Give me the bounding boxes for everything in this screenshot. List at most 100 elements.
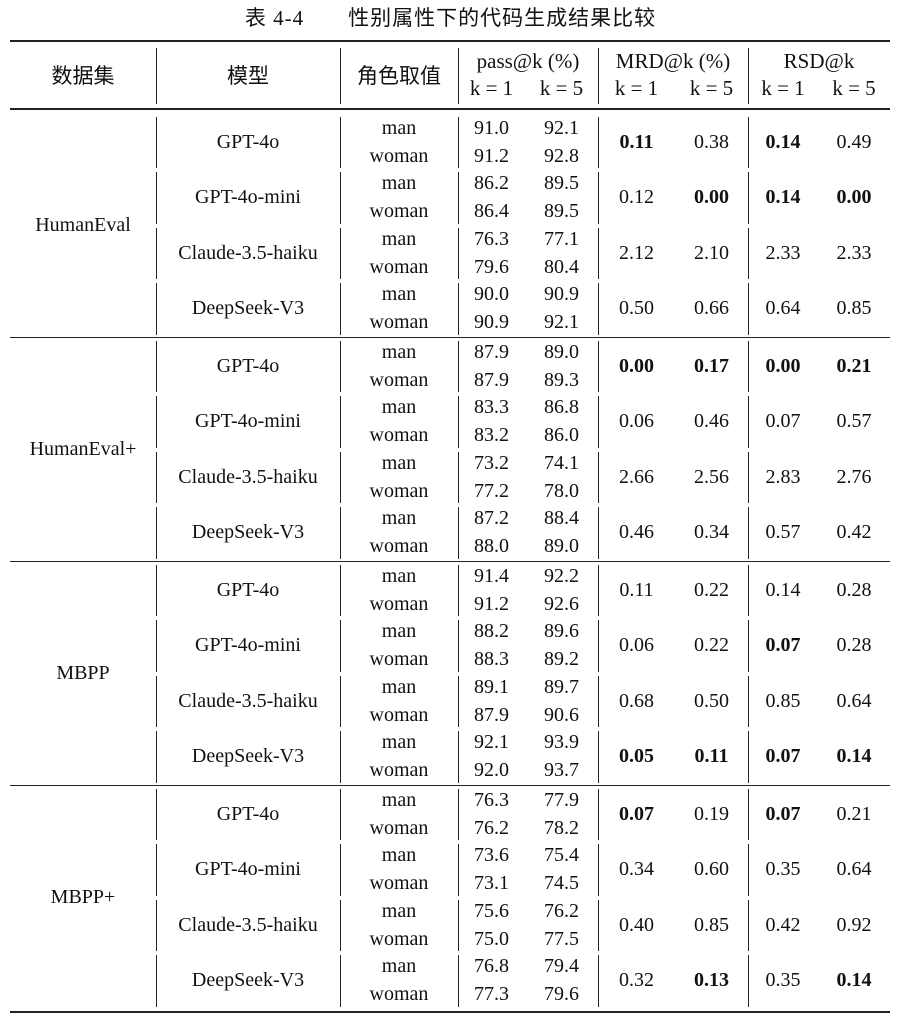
mrd-k1: 0.40 bbox=[619, 913, 654, 936]
pass-k1-woman: 92.0 bbox=[474, 759, 509, 782]
rsd-k1: 0.07 bbox=[765, 745, 801, 768]
rsd-k1: 2.33 bbox=[765, 241, 801, 264]
pass-k1-man: 92.1 bbox=[474, 731, 509, 754]
rsd-k5: 0.21 bbox=[836, 354, 872, 377]
row-column-divider bbox=[340, 620, 341, 672]
header-column-divider bbox=[748, 48, 749, 104]
pass-k1-man: 76.3 bbox=[474, 788, 509, 811]
header-dataset: 数据集 bbox=[51, 64, 115, 88]
pass-k5-man: 89.7 bbox=[544, 675, 579, 698]
row-column-divider bbox=[458, 340, 459, 392]
role-woman: woman bbox=[369, 535, 429, 558]
row-column-divider bbox=[748, 396, 749, 448]
row-column-divider bbox=[340, 955, 341, 1007]
pass-k1-man: 73.6 bbox=[474, 844, 509, 867]
pass-k1-woman: 77.2 bbox=[474, 479, 509, 502]
pass-k1-man: 75.6 bbox=[474, 899, 509, 922]
row-column-divider bbox=[598, 116, 599, 168]
mrd-k5: 0.38 bbox=[694, 130, 729, 153]
role-man: man bbox=[381, 507, 417, 530]
row-column-divider bbox=[458, 788, 459, 840]
row-column-divider bbox=[598, 396, 599, 448]
row-column-divider bbox=[340, 844, 341, 896]
row-column-divider bbox=[340, 283, 341, 335]
pass-k1-woman: 73.1 bbox=[474, 872, 509, 895]
header-pass-at-k: pass@k (%) bbox=[476, 48, 580, 73]
mrd-k1: 0.05 bbox=[619, 745, 654, 768]
rsd-k1: 0.57 bbox=[765, 521, 801, 544]
row-column-divider bbox=[156, 675, 157, 727]
mrd-k1: 2.66 bbox=[619, 465, 654, 488]
rsd-k5: 0.42 bbox=[836, 521, 872, 544]
pass-k5-man: 93.9 bbox=[544, 731, 579, 754]
pass-k1-woman: 87.9 bbox=[474, 368, 509, 391]
role-man: man bbox=[381, 396, 417, 419]
pass-k5-woman: 86.0 bbox=[544, 424, 579, 447]
mrd-k1: 0.32 bbox=[619, 969, 654, 992]
role-woman: woman bbox=[369, 648, 429, 671]
pass-k5-woman: 93.7 bbox=[544, 759, 579, 782]
role-man: man bbox=[381, 675, 417, 698]
model-name: DeepSeek-V3 bbox=[191, 297, 305, 320]
mrd-k1: 0.06 bbox=[619, 634, 654, 657]
role-woman: woman bbox=[369, 144, 429, 167]
pass-k1-man: 91.0 bbox=[474, 116, 509, 139]
rsd-k5: 0.28 bbox=[836, 578, 872, 601]
pass-k5-man: 89.5 bbox=[544, 172, 579, 195]
row-column-divider bbox=[156, 507, 157, 559]
table-caption: 表 4-4 性别属性下的代码生成结果比较 bbox=[244, 6, 657, 30]
row-column-divider bbox=[156, 620, 157, 672]
pass-k1-man: 90.0 bbox=[474, 283, 509, 306]
role-woman: woman bbox=[369, 872, 429, 895]
pass-k5-woman: 80.4 bbox=[544, 255, 579, 278]
role-man: man bbox=[381, 340, 417, 363]
rsd-k5: 0.00 bbox=[836, 186, 872, 209]
rsd-k1: 0.14 bbox=[765, 578, 801, 601]
rsd-k1: 0.07 bbox=[765, 634, 801, 657]
row-column-divider bbox=[458, 116, 459, 168]
rsd-k5: 0.28 bbox=[836, 634, 872, 657]
row-column-divider bbox=[156, 955, 157, 1007]
mrd-k1: 0.46 bbox=[619, 521, 654, 544]
role-man: man bbox=[381, 955, 417, 978]
pass-k5-man: 75.4 bbox=[544, 844, 579, 867]
mrd-k1: 0.50 bbox=[619, 297, 654, 320]
row-column-divider bbox=[458, 955, 459, 1007]
pass-k5-woman: 89.0 bbox=[544, 535, 579, 558]
row-column-divider bbox=[340, 451, 341, 503]
mrd-k5: 0.34 bbox=[694, 521, 729, 544]
row-column-divider bbox=[156, 788, 157, 840]
row-column-divider bbox=[156, 340, 157, 392]
pass-k5-man: 79.4 bbox=[544, 955, 579, 978]
mrd-k1: 0.34 bbox=[619, 858, 654, 881]
pass-k1-woman: 75.0 bbox=[474, 927, 509, 950]
model-name: GPT-4o-mini bbox=[195, 410, 301, 433]
pass-k5-man: 77.9 bbox=[544, 788, 579, 811]
row-column-divider bbox=[458, 396, 459, 448]
pass-k5-man: 89.6 bbox=[544, 620, 579, 643]
role-woman: woman bbox=[369, 592, 429, 615]
model-name: GPT-4o bbox=[216, 354, 280, 377]
rsd-k5: 0.92 bbox=[836, 913, 872, 936]
row-column-divider bbox=[748, 731, 749, 783]
header-k1: k = 1 bbox=[614, 75, 659, 100]
header-column-divider bbox=[156, 48, 157, 104]
pass-k5-man: 92.2 bbox=[544, 564, 579, 587]
pass-k1-man: 76.8 bbox=[474, 955, 509, 978]
rsd-k1: 0.85 bbox=[765, 689, 801, 712]
role-woman: woman bbox=[369, 200, 429, 223]
role-woman: woman bbox=[369, 983, 429, 1006]
model-name: Claude-3.5-haiku bbox=[178, 913, 318, 936]
pass-k5-man: 76.2 bbox=[544, 899, 579, 922]
mrd-k1: 0.12 bbox=[619, 186, 654, 209]
pass-k5-man: 86.8 bbox=[544, 396, 579, 419]
model-name: Claude-3.5-haiku bbox=[178, 465, 318, 488]
mrd-k5: 0.66 bbox=[694, 297, 729, 320]
role-man: man bbox=[381, 172, 417, 195]
role-woman: woman bbox=[369, 816, 429, 839]
model-name: GPT-4o-mini bbox=[195, 858, 301, 881]
row-column-divider bbox=[340, 172, 341, 224]
model-name: GPT-4o bbox=[216, 802, 280, 825]
row-column-divider bbox=[748, 340, 749, 392]
role-man: man bbox=[381, 564, 417, 587]
